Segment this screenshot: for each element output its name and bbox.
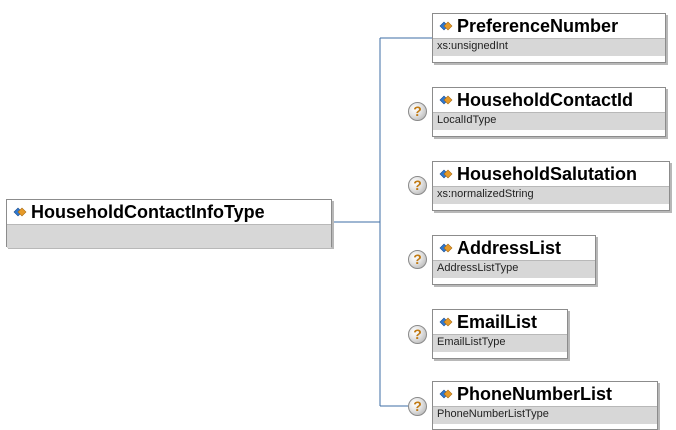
root-node-name: HouseholdContactInfoType	[31, 201, 265, 222]
element-icon	[13, 207, 27, 217]
child-node-title: PreferenceNumber	[433, 14, 665, 38]
child-node-name: PreferenceNumber	[457, 15, 619, 36]
child-node-title: PhoneNumberList	[433, 382, 657, 406]
child-node-title: AddressList	[433, 236, 595, 260]
child-node-name: AddressList	[457, 237, 562, 258]
element-icon	[439, 95, 453, 105]
element-icon	[439, 243, 453, 253]
child-node-household-contact-id[interactable]: HouseholdContactId LocalIdType	[432, 87, 666, 137]
optional-marker-icon: ?	[408, 325, 427, 344]
root-node[interactable]: HouseholdContactInfoType	[6, 199, 332, 248]
element-icon	[439, 21, 453, 31]
optional-marker-icon: ?	[408, 176, 427, 195]
element-icon	[439, 389, 453, 399]
child-node-household-salutation[interactable]: HouseholdSalutation xs:normalizedString	[432, 161, 670, 211]
optional-marker-icon: ?	[408, 102, 427, 121]
child-node-type: EmailListType	[433, 334, 567, 352]
child-node-name: EmailList	[457, 311, 538, 332]
element-icon	[439, 317, 453, 327]
child-node-name: PhoneNumberList	[457, 383, 613, 404]
child-node-address-list[interactable]: AddressList AddressListType	[432, 235, 596, 285]
child-node-email-list[interactable]: EmailList EmailListType	[432, 309, 568, 359]
child-node-name: HouseholdSalutation	[457, 163, 637, 184]
child-node-type: PhoneNumberListType	[433, 406, 657, 424]
child-node-phone-number-list[interactable]: PhoneNumberList PhoneNumberListType	[432, 381, 658, 430]
child-node-type: LocalIdType	[433, 112, 665, 130]
child-node-name: HouseholdContactId	[457, 89, 633, 110]
optional-marker-icon: ?	[408, 397, 427, 416]
optional-marker-icon: ?	[408, 250, 427, 269]
child-node-title: EmailList	[433, 310, 567, 334]
child-node-type: xs:normalizedString	[433, 186, 669, 204]
child-node-title: HouseholdSalutation	[433, 162, 669, 186]
element-icon	[439, 169, 453, 179]
child-node-title: HouseholdContactId	[433, 88, 665, 112]
child-node-type: AddressListType	[433, 260, 595, 278]
child-node-type: xs:unsignedInt	[433, 38, 665, 56]
root-node-title: HouseholdContactInfoType	[7, 200, 331, 224]
root-node-type-bar	[7, 224, 331, 248]
child-node-preference-number[interactable]: PreferenceNumber xs:unsignedInt	[432, 13, 666, 63]
